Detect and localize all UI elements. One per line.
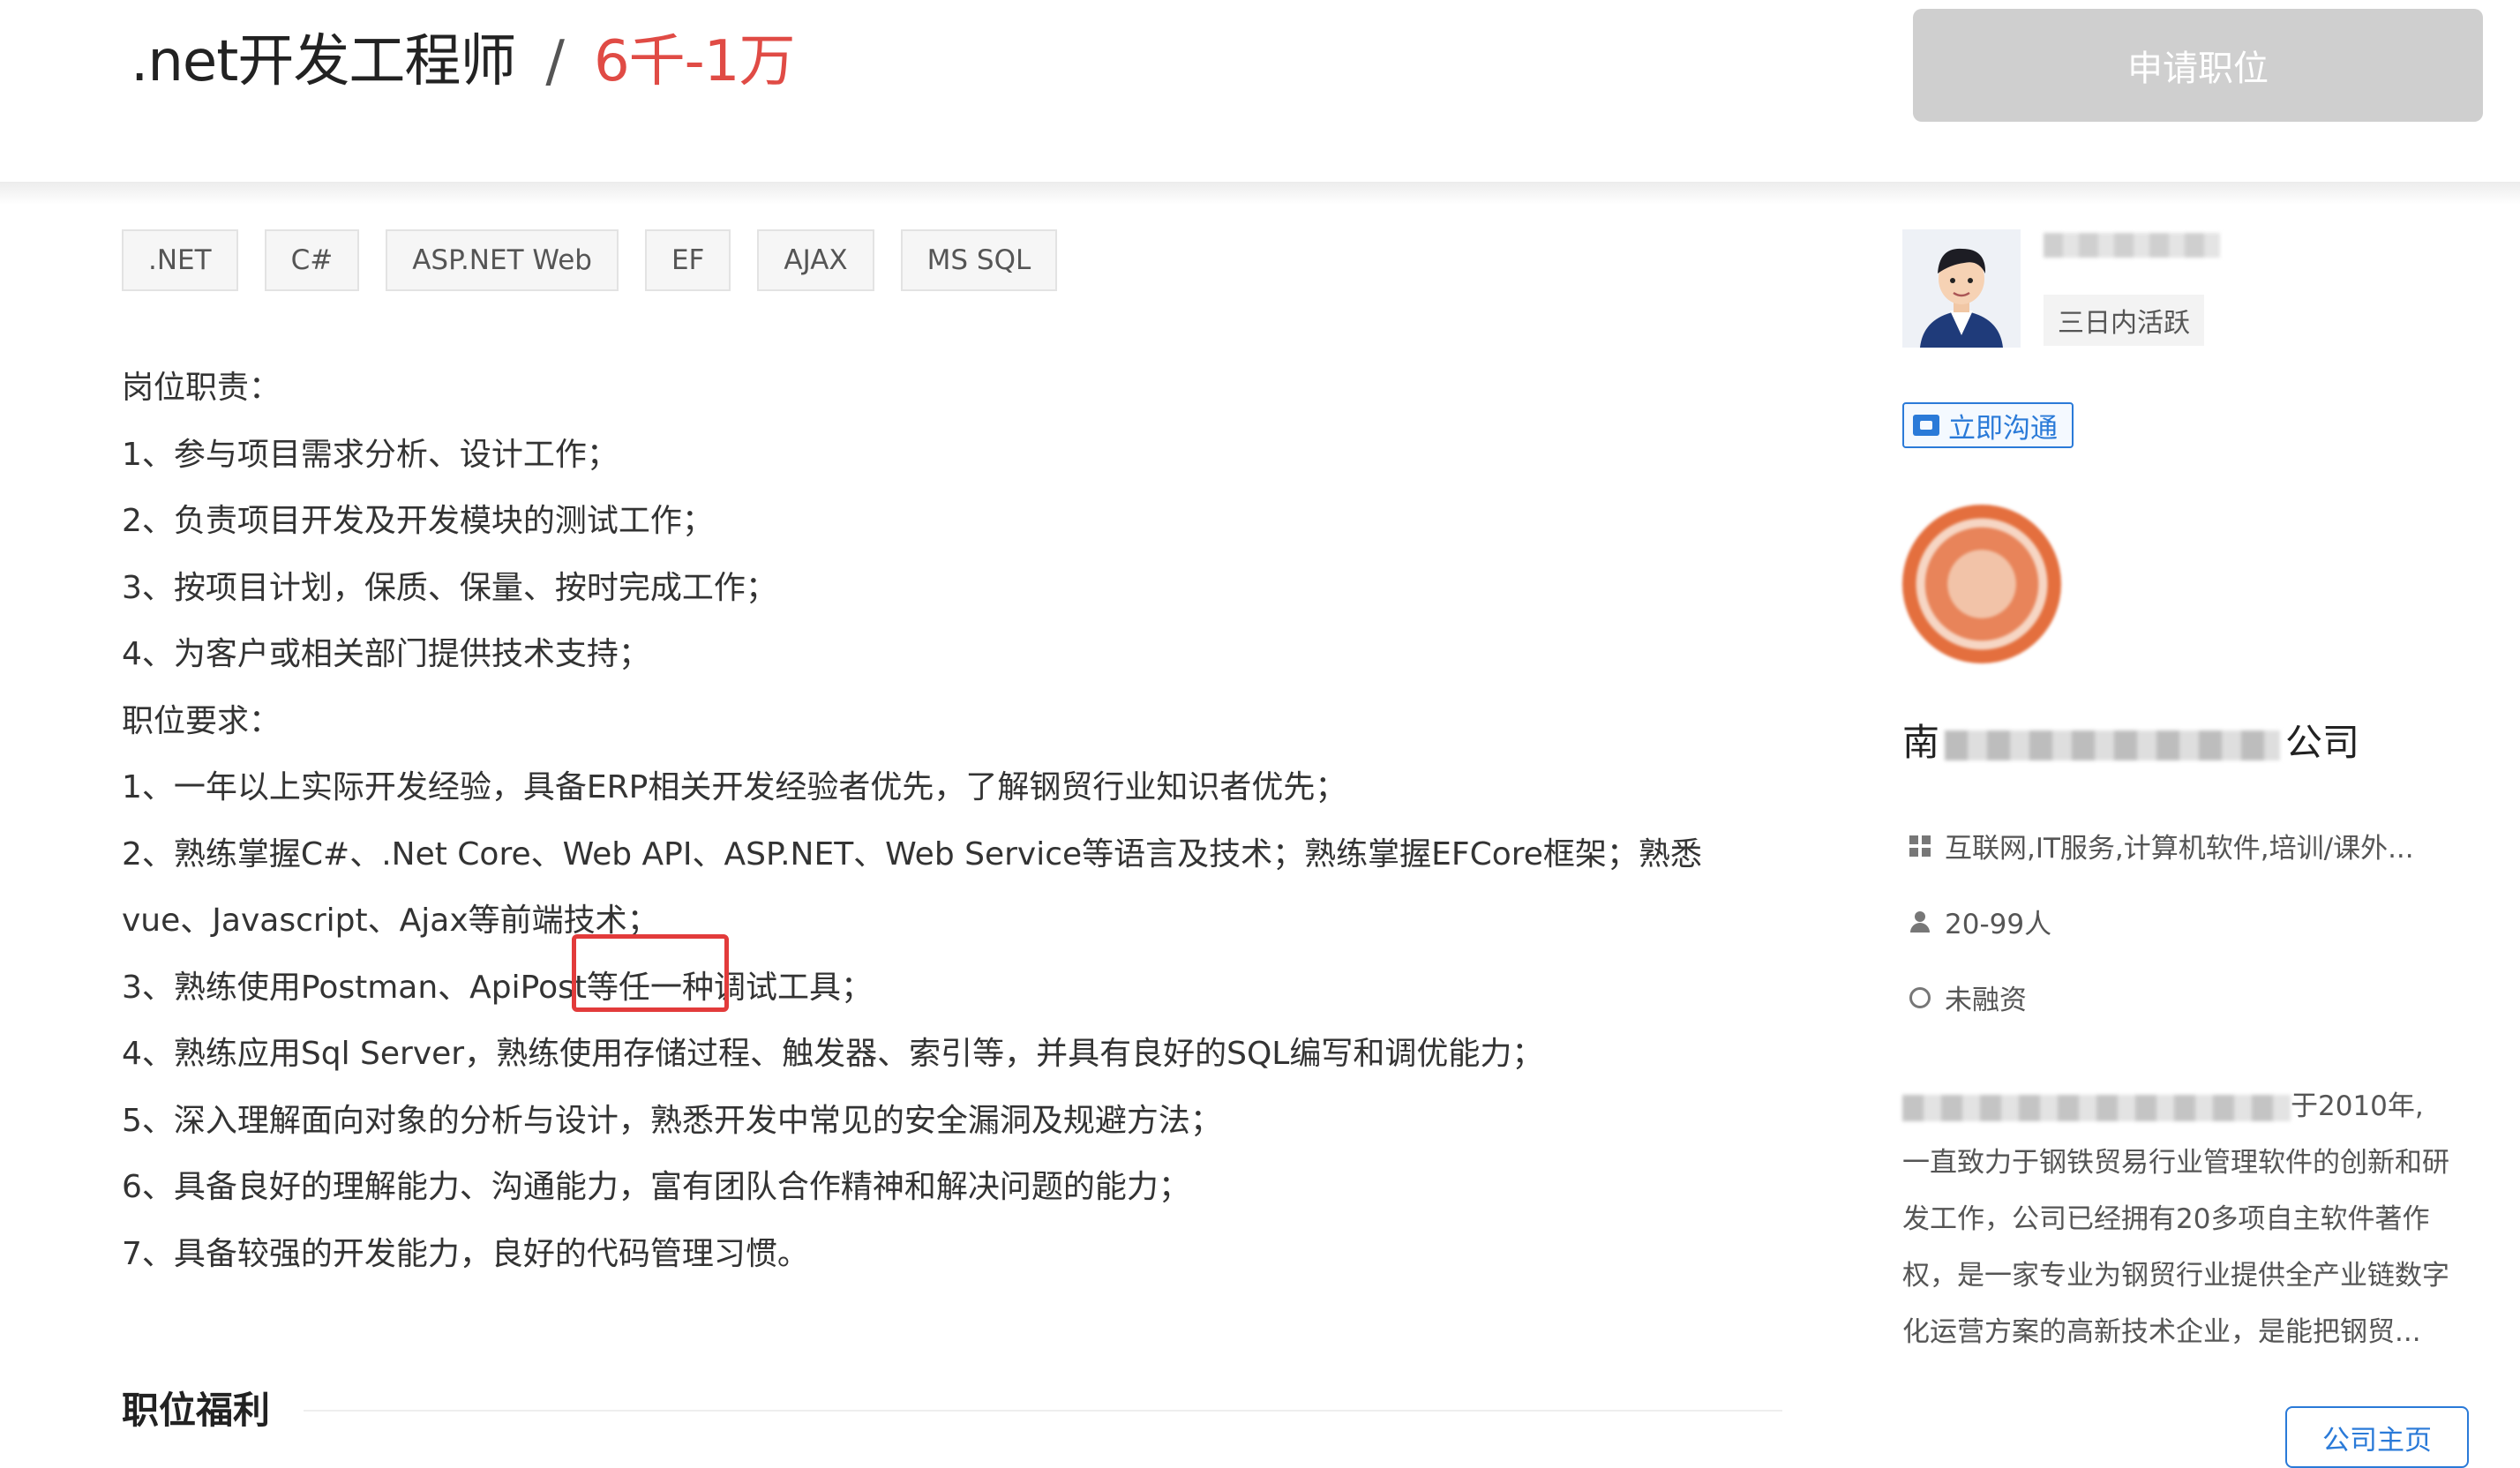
company-name[interactable]: 南 公司	[1902, 713, 2359, 767]
duties-heading: 岗位职责：	[122, 370, 281, 406]
company-size-row: 20-99人	[1909, 902, 2051, 941]
job-title: .net开发工程师	[131, 29, 516, 94]
chat-now-label: 立即沟通	[1948, 412, 2058, 445]
duty-item: 4、为客户或相关部门提供技术支持；	[122, 636, 650, 672]
recruiter-avatar[interactable]	[1902, 229, 2021, 348]
skill-tag: .NET	[122, 229, 238, 291]
highlight-annotation-box	[572, 934, 729, 1012]
company-name-suffix: 公司	[2285, 721, 2360, 764]
requirements-heading: 职位要求：	[122, 702, 281, 739]
skill-tag: MS SQL	[900, 229, 1058, 291]
requirement-item: 4、熟练应用Sql Server，熟练使用存储过程、触发器、索引等，并具有良好的…	[122, 1036, 1544, 1072]
company-desc-text: 一直致力于钢铁贸易行业管理软件的创新和研发工作，公司已经拥有20多项自主软件著作…	[1902, 1147, 2449, 1348]
requirement-item: 7、具备较强的开发能力，良好的代码管理习惯。	[122, 1235, 809, 1272]
skill-tag: EF	[644, 229, 731, 291]
video-chat-icon	[1913, 415, 1939, 436]
company-industry-row: 互联网,IT服务,计算机软件,培训/课外...	[1909, 826, 2414, 865]
company-name-redacted	[1945, 730, 2281, 760]
apply-button[interactable]: 申请职位	[1913, 9, 2483, 122]
grid-icon	[1909, 835, 1931, 857]
requirement-item: 1、一年以上实际开发经验，具备ERP相关开发经验者优先，了解钢贸行业知识者优先；	[122, 769, 1347, 805]
chat-now-button[interactable]: 立即沟通	[1902, 402, 2074, 448]
company-funding: 未融资	[1945, 985, 2027, 1016]
company-description: 于2010年, 一直致力于钢铁贸易行业管理软件的创新和研发工作，公司已经拥有20…	[1902, 1078, 2474, 1360]
job-header: .net开发工程师 / 6千-1万 申请职位	[0, 0, 2520, 182]
company-logo[interactable]	[1902, 505, 2061, 663]
duty-item: 3、按项目计划，保质、保量、按时完成工作；	[122, 569, 777, 606]
section-divider	[304, 1410, 1782, 1412]
skill-tag: ASP.NET Web	[386, 229, 619, 291]
requirement-item: 5、深入理解面向对象的分析与设计，熟悉开发中常见的安全漏洞及规避方法；	[122, 1102, 1222, 1139]
skill-tags: .NET C# ASP.NET Web EF AJAX MS SQL	[122, 229, 1084, 291]
skill-tag: C#	[264, 229, 360, 291]
recruiter-name-redacted	[2044, 233, 2220, 258]
company-desc-redacted	[1902, 1094, 2291, 1121]
requirement-item: 2、熟练掌握C#、.Net Core、Web API、ASP.NET、Web S…	[122, 835, 1702, 940]
duty-item: 1、参与项目需求分析、设计工作；	[122, 436, 619, 473]
company-desc-year: 于2010年,	[2291, 1090, 2424, 1122]
company-size: 20-99人	[1945, 909, 2052, 940]
requirement-item: 6、具备良好的理解能力、沟通能力，富有团队合作精神和解决问题的能力；	[122, 1169, 1190, 1205]
company-industry: 互联网,IT服务,计算机软件,培训/课外...	[1945, 833, 2414, 865]
active-status-badge: 三日内活跃	[2044, 295, 2204, 346]
duty-item: 2、负责项目开发及开发模块的测试工作；	[122, 503, 714, 539]
funding-icon	[1909, 986, 1931, 1008]
person-icon	[1909, 910, 1931, 932]
job-title-bar: .net开发工程师 / 6千-1万	[131, 16, 796, 97]
benefits-section-title: 职位福利	[122, 1389, 271, 1432]
job-description: 岗位职责： 1、参与项目需求分析、设计工作； 2、负责项目开发及开发模块的测试工…	[122, 355, 1772, 1287]
avatar-illustration	[1902, 229, 2021, 348]
salary-range: 6千-1万	[593, 29, 796, 94]
company-funding-row: 未融资	[1909, 977, 2027, 1017]
company-name-prefix: 南	[1902, 721, 1940, 764]
requirement-item: 3、熟练使用Postman、ApiPost等任一种调试工具；	[122, 969, 873, 1006]
title-separator: /	[545, 29, 565, 94]
skill-tag: AJAX	[757, 229, 874, 291]
header-divider	[0, 182, 2520, 205]
